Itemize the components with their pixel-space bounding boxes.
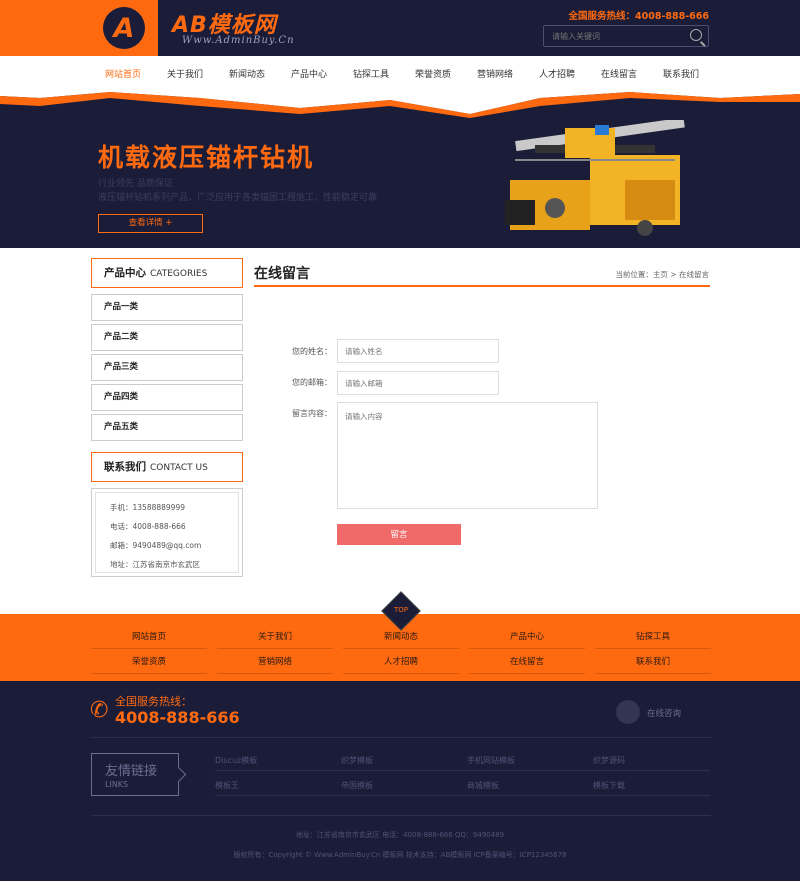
friend-link-5[interactable]: 模板王 bbox=[215, 780, 239, 791]
friend-link-8[interactable]: 模板下载 bbox=[593, 780, 625, 791]
name-input[interactable] bbox=[337, 339, 499, 363]
footer-nav-contact[interactable]: 联系我们 bbox=[595, 655, 711, 674]
top-header: A AB模板网 Www.AdminBuy.Cn 全国服务热线：4008-888-… bbox=[0, 0, 800, 56]
footer-nav-row-2: 荣誉资质 营销网络 人才招聘 在线留言 联系我们 bbox=[91, 655, 711, 674]
footer-nav-tools[interactable]: 钻探工具 bbox=[595, 630, 711, 649]
friend-links-divider-1 bbox=[215, 770, 710, 771]
phone-icon: ✆ bbox=[90, 698, 109, 723]
category-item-2[interactable]: 产品二类 bbox=[91, 324, 243, 351]
logo-subtitle: Www.AdminBuy.Cn bbox=[182, 35, 295, 46]
category-item-1[interactable]: 产品一类 bbox=[91, 294, 243, 321]
footer-hotline-number: 4008-888-666 bbox=[115, 708, 240, 727]
category-item-4[interactable]: 产品四类 bbox=[91, 384, 243, 411]
category-item-5[interactable]: 产品五类 bbox=[91, 414, 243, 441]
categories-title: 产品中心 bbox=[104, 267, 146, 279]
footer-nav-news[interactable]: 新闻动态 bbox=[343, 630, 459, 649]
banner-title: 机载液压锚杆钻机 bbox=[98, 143, 315, 172]
friend-link-2[interactable]: 织梦模板 bbox=[341, 755, 373, 766]
breadcrumb: 当前位置：主页 > 在线留言 bbox=[615, 269, 709, 280]
friend-links-title-en: LINKS bbox=[105, 780, 129, 789]
footer-nav-about[interactable]: 关于我们 bbox=[217, 630, 333, 649]
logo-icon[interactable]: A bbox=[103, 7, 145, 49]
footer-divider bbox=[91, 737, 711, 738]
contact-mobile: 手机：13588889999 bbox=[110, 503, 185, 512]
footer-nav-home[interactable]: 网站首页 bbox=[91, 630, 207, 649]
banner-top-edge bbox=[0, 84, 800, 118]
footer-bottom-divider bbox=[91, 815, 711, 816]
contact-phone: 电话：4008-888-666 bbox=[110, 522, 186, 531]
breadcrumb-home[interactable]: 主页 bbox=[653, 270, 668, 279]
breadcrumb-current: 在线留言 bbox=[679, 270, 709, 279]
footer-copyright-line: 版权所有：Copyright © Www.AdminBuy.Cn 模板网 技术支… bbox=[233, 851, 567, 859]
friend-link-1[interactable]: Discuz模板 bbox=[215, 755, 257, 766]
footer-nav-jobs[interactable]: 人才招聘 bbox=[343, 655, 459, 674]
message-textarea[interactable] bbox=[337, 402, 598, 509]
friend-link-7[interactable]: 商城模板 bbox=[467, 780, 499, 791]
page-title: 在线留言 bbox=[254, 266, 310, 282]
submit-message-button[interactable]: 留言 bbox=[337, 524, 461, 545]
contact-header: 联系我们 CONTACT US bbox=[91, 452, 243, 482]
search-box bbox=[543, 25, 709, 47]
footer-nav-row-1: 网站首页 关于我们 新闻动态 产品中心 钻探工具 bbox=[91, 630, 711, 649]
hero-banner: 机载液压锚杆钻机 行业领先 品质保证 液压锚杆钻机系列产品，广泛应用于各类锚固工… bbox=[0, 84, 800, 248]
contact-info-box: 手机：13588889999 电话：4008-888-666 邮箱：949048… bbox=[91, 488, 243, 577]
drill-machine-image bbox=[505, 120, 685, 236]
breadcrumb-prefix: 当前位置： bbox=[615, 270, 653, 279]
breadcrumb-separator: > bbox=[667, 270, 679, 279]
contact-title-en: CONTACT US bbox=[150, 463, 208, 473]
search-icon[interactable] bbox=[690, 29, 702, 41]
contact-address: 地址：江苏省南京市玄武区 bbox=[110, 560, 200, 569]
friend-link-4[interactable]: 织梦源码 bbox=[593, 755, 625, 766]
friend-link-3[interactable]: 手机网站模板 bbox=[467, 755, 515, 766]
friend-links-divider-2 bbox=[215, 795, 710, 796]
header-hotline: 全国服务热线：4008-888-666 bbox=[568, 11, 710, 22]
contact-email: 邮箱：9490489@qq.com bbox=[110, 541, 202, 550]
back-to-top-label[interactable]: TOP bbox=[389, 606, 413, 614]
categories-header: 产品中心 CATEGORIES bbox=[91, 258, 243, 288]
contact-info-inner: 手机：13588889999 电话：4008-888-666 邮箱：949048… bbox=[95, 492, 239, 573]
footer-nav-message[interactable]: 在线留言 bbox=[469, 655, 585, 674]
name-label: 您的姓名： bbox=[292, 347, 332, 356]
email-input[interactable] bbox=[337, 371, 499, 395]
friend-links-title: 友情链接 bbox=[105, 764, 158, 779]
email-label: 您的邮箱： bbox=[292, 378, 332, 387]
friend-link-6[interactable]: 帝国模板 bbox=[341, 780, 373, 791]
footer-address-line: 地址：江苏省南京市玄武区 电话：4008-888-666 QQ：9490489 bbox=[295, 831, 505, 839]
banner-subtitle: 行业领先 品质保证 bbox=[98, 179, 173, 189]
category-item-3[interactable]: 产品三类 bbox=[91, 354, 243, 381]
online-consult-link[interactable]: 在线咨询 bbox=[647, 707, 681, 719]
categories-title-en: CATEGORIES bbox=[150, 269, 208, 279]
banner-description: 液压锚杆钻机系列产品，广泛应用于各类锚固工程施工，性能稳定可靠 bbox=[98, 193, 378, 203]
contact-title: 联系我们 bbox=[104, 461, 146, 473]
consult-icon[interactable] bbox=[616, 700, 640, 724]
title-divider bbox=[254, 285, 710, 287]
content-label: 留言内容： bbox=[292, 409, 332, 418]
banner-details-button[interactable]: 查看详情 + bbox=[98, 214, 203, 233]
footer-hotline-label: 全国服务热线： bbox=[115, 695, 192, 708]
friend-links-heading: 友情链接 LINKS bbox=[91, 753, 179, 796]
footer-nav-network[interactable]: 营销网络 bbox=[217, 655, 333, 674]
footer-nav-products[interactable]: 产品中心 bbox=[469, 630, 585, 649]
search-input[interactable] bbox=[552, 30, 682, 43]
footer-nav-honors[interactable]: 荣誉资质 bbox=[91, 655, 207, 674]
